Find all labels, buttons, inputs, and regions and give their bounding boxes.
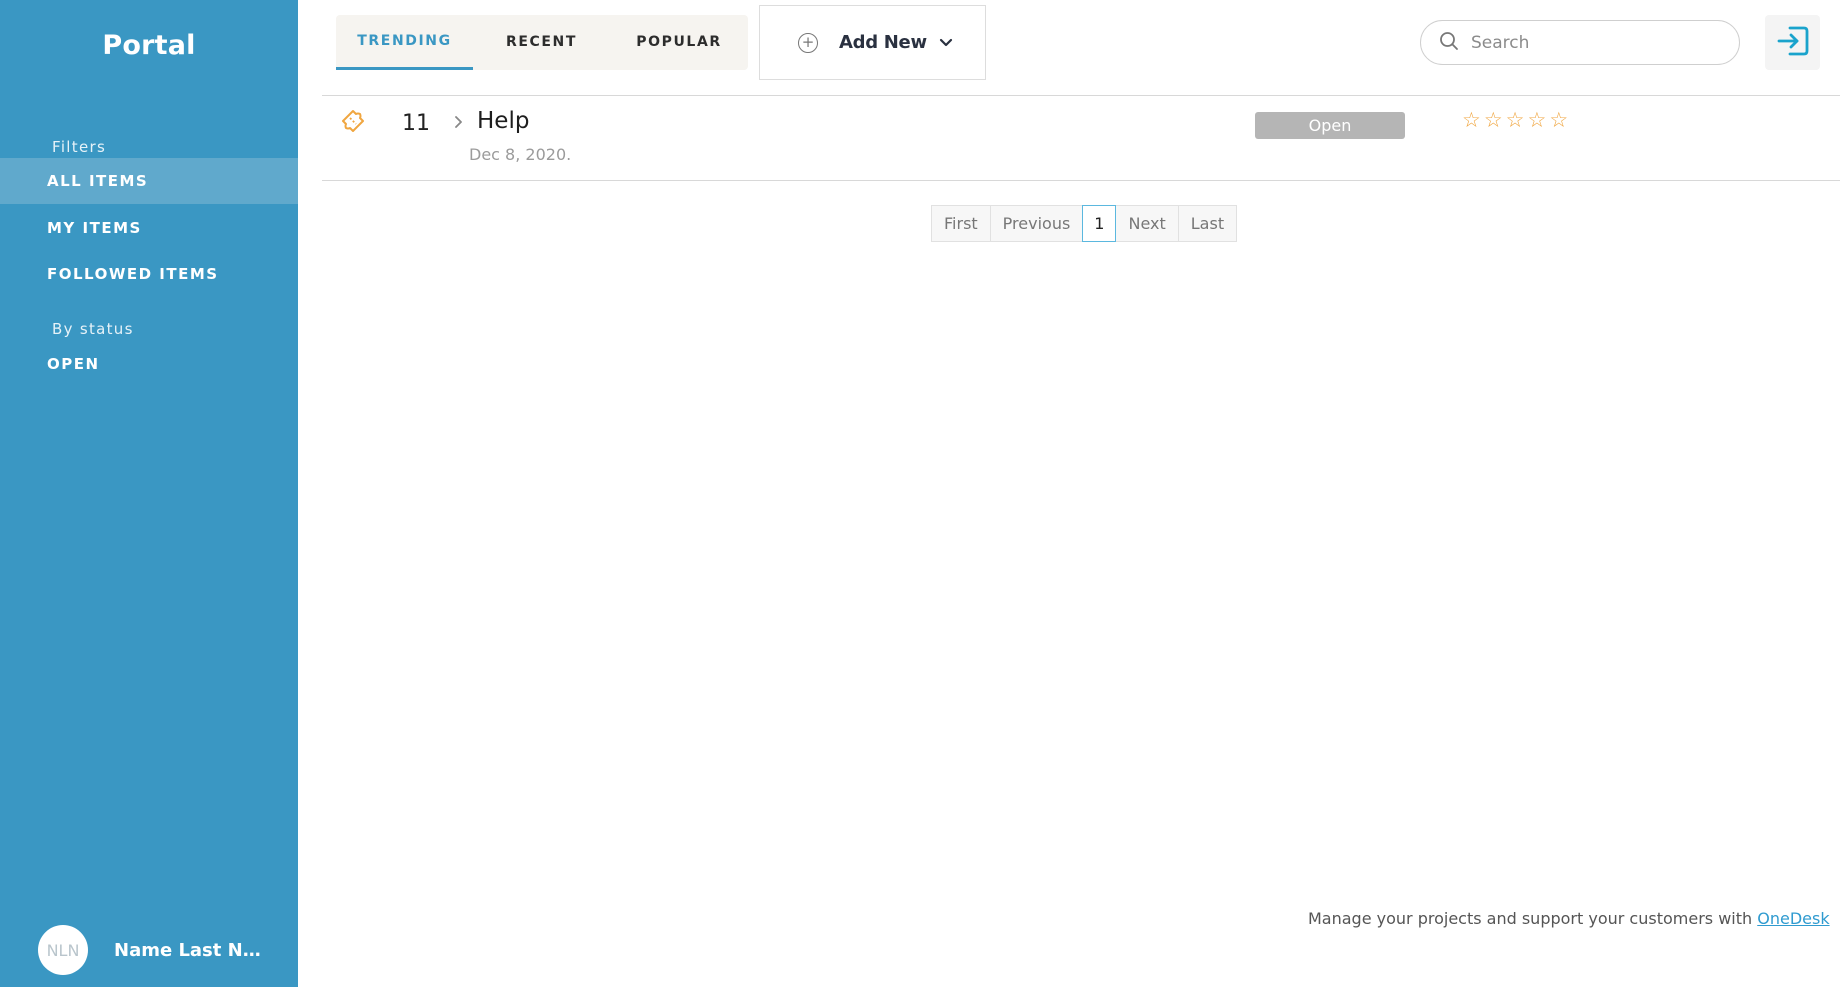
star-rating[interactable]: ☆ ☆ ☆ ☆ ☆ — [1462, 110, 1568, 131]
ticket-icon — [339, 107, 367, 139]
header-divider — [322, 95, 1840, 96]
star-icon[interactable]: ☆ — [1527, 110, 1546, 131]
tab-popular[interactable]: POPULAR — [610, 15, 748, 70]
pagination-last[interactable]: Last — [1177, 205, 1238, 242]
pagination: First Previous 1 Next Last — [931, 205, 1238, 242]
item-number: 11 — [402, 111, 430, 136]
search-icon — [1439, 31, 1459, 55]
sidebar-item-open[interactable]: OPEN — [0, 341, 298, 387]
pagination-next[interactable]: Next — [1115, 205, 1179, 242]
user-profile[interactable]: NLN Name Last Name — [38, 925, 264, 975]
sidebar-item-all-items[interactable]: ALL ITEMS — [0, 158, 298, 204]
star-icon[interactable]: ☆ — [1484, 110, 1503, 131]
row-divider — [322, 180, 1840, 181]
status-badge: Open — [1255, 112, 1405, 139]
chevron-down-icon — [939, 33, 953, 52]
pagination-first[interactable]: First — [931, 205, 991, 242]
plus-circle-icon: + — [798, 32, 818, 53]
star-icon[interactable]: ☆ — [1549, 110, 1568, 131]
pagination-previous[interactable]: Previous — [989, 205, 1084, 242]
sidebar: Portal Filters ALL ITEMS MY ITEMS FOLLOW… — [0, 0, 298, 987]
sidebar-item-followed-items[interactable]: FOLLOWED ITEMS — [0, 251, 298, 297]
onedesk-link[interactable]: OneDesk — [1757, 909, 1829, 928]
search-input[interactable] — [1471, 32, 1721, 53]
tab-trending[interactable]: TRENDING — [336, 15, 473, 70]
chevron-right-icon[interactable] — [454, 114, 464, 133]
pagination-current-page[interactable]: 1 — [1082, 205, 1117, 242]
add-new-button[interactable]: + Add New — [759, 5, 986, 80]
star-icon[interactable]: ☆ — [1462, 110, 1481, 131]
sign-in-icon — [1776, 25, 1810, 61]
add-new-label: Add New — [839, 32, 927, 53]
search-box — [1420, 20, 1740, 65]
user-name: Name Last Name — [114, 939, 264, 961]
footer-text: Manage your projects and support your cu… — [1308, 909, 1753, 928]
logout-button[interactable] — [1765, 15, 1820, 70]
avatar: NLN — [38, 925, 88, 975]
filters-label: Filters — [52, 138, 107, 156]
by-status-label: By status — [52, 320, 134, 338]
sort-tabs: TRENDING RECENT POPULAR — [336, 15, 748, 70]
sidebar-item-my-items[interactable]: MY ITEMS — [0, 205, 298, 251]
brand-logo[interactable]: Portal — [0, 30, 298, 61]
tab-recent[interactable]: RECENT — [473, 15, 610, 70]
star-icon[interactable]: ☆ — [1506, 110, 1525, 131]
item-title[interactable]: Help — [477, 108, 529, 134]
item-date: Dec 8, 2020. — [469, 145, 572, 164]
footer: Manage your projects and support your cu… — [1308, 909, 1830, 928]
